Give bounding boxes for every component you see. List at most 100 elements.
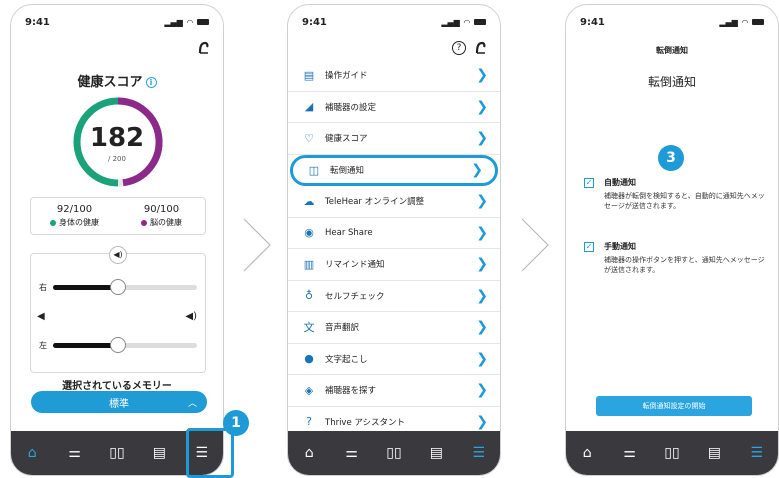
- menu-item[interactable]: ♁ セルフチェック ❯: [288, 281, 500, 312]
- auto-notify-checkbox[interactable]: ✓: [584, 178, 594, 188]
- menu-item[interactable]: ☁ TeleHear オンライン調整 ❯: [288, 186, 500, 218]
- chevron-right-icon: ❯: [476, 413, 488, 430]
- volume-link-icon[interactable]: ◀): [109, 246, 127, 264]
- chevron-right-icon: ❯: [471, 162, 483, 179]
- signal-icon: ▂▄▆: [164, 17, 183, 27]
- chevron-right-icon: ❯: [476, 130, 488, 147]
- bars-icon: ▯▯: [386, 445, 402, 461]
- right-knob[interactable]: [109, 278, 126, 295]
- start-setup-button[interactable]: 転倒通知設定の開始: [596, 396, 752, 416]
- memory-value: 標準: [109, 398, 129, 410]
- auto-notify-title: 自動通知: [604, 178, 636, 187]
- bars-icon: ▯▯: [664, 445, 680, 461]
- phone-health-score: 9:41 ▂▄▆ ◠ 健康スコア i 182 / 200 92/100 身体の健康 …: [10, 4, 224, 476]
- tab-activity[interactable]: ▯▯: [103, 439, 131, 467]
- tab-menu[interactable]: ☰: [465, 439, 493, 467]
- brain-dot-icon: [141, 219, 147, 226]
- wifi-icon: ◠: [186, 17, 193, 27]
- manual-notify-desc: 補聴器の操作ボタンを押すと、通知先へメッセージが送信されます。: [604, 256, 765, 274]
- menu-item-label: Hear Share: [325, 227, 373, 238]
- chevron-right-icon: ❯: [476, 256, 488, 273]
- left-knob[interactable]: [109, 336, 126, 353]
- auto-notify-desc: 補聴器が転倒を検知すると、自動的に通知先へメッセージが送信されます。: [604, 192, 765, 210]
- question-icon: ?: [306, 415, 312, 429]
- signal-icon: ▂▄▆: [719, 17, 738, 27]
- home-icon: ⌂: [304, 445, 314, 461]
- tab-home[interactable]: ⌂: [573, 439, 601, 467]
- right-volume-slider[interactable]: 右: [39, 278, 197, 295]
- menu-item-label: 文字起こし: [325, 354, 368, 365]
- body-dot-icon: [50, 219, 56, 226]
- signal-icon: ▂▄▆: [441, 17, 460, 27]
- status-time: 9:41: [580, 16, 605, 28]
- tab-activity[interactable]: ▯▯: [380, 439, 408, 467]
- manual-notify-option[interactable]: ✓ 手動通知 補聴器の操作ボタンを押すと、通知先へメッセージが送信されます。: [584, 241, 768, 275]
- device-icon: ▤: [152, 445, 166, 461]
- tab-adjust[interactable]: ⚌: [338, 439, 366, 467]
- menu-item-label: リマインド通知: [325, 260, 385, 271]
- status-icons: ▂▄▆ ◠: [719, 18, 764, 27]
- cloud-icon: ☁: [303, 194, 315, 208]
- tab-home[interactable]: ⌂: [18, 439, 46, 467]
- help-icon[interactable]: ?: [452, 41, 466, 55]
- brain-score: 90/100 脳の健康: [118, 198, 205, 234]
- left-volume-slider[interactable]: 左: [39, 336, 197, 353]
- hearing-aid-icon[interactable]: [474, 41, 486, 55]
- menu-item[interactable]: ◉ Hear Share ❯: [288, 218, 500, 249]
- book-icon: ▤: [303, 68, 315, 82]
- score-value: 182: [89, 123, 145, 153]
- menu-item[interactable]: ♡ 健康スコア ❯: [288, 123, 500, 155]
- memory-select[interactable]: 標準 ︿: [31, 391, 207, 413]
- menu-icon: ☰: [750, 445, 764, 461]
- menu-item[interactable]: ◈ 補聴器を探す ❯: [288, 375, 500, 407]
- title-text: 健康スコア: [77, 75, 143, 90]
- tab-device[interactable]: ▤: [422, 439, 450, 467]
- battery-icon: [197, 19, 209, 25]
- status-bar: 9:41 ▂▄▆ ◠: [25, 15, 209, 29]
- chevron-right-icon: [243, 218, 271, 272]
- right-label: 右: [39, 282, 47, 292]
- battery-icon: [752, 19, 764, 25]
- status-time: 9:41: [302, 16, 327, 28]
- home-icon: ⌂: [582, 445, 592, 461]
- menu-item[interactable]: ● 文字起こし ❯: [288, 344, 500, 375]
- share-person-icon: ◉: [304, 226, 314, 240]
- device-icon: ▤: [429, 445, 443, 461]
- chevron-right-icon: ❯: [476, 287, 488, 304]
- page-title: 転倒通知: [647, 75, 696, 89]
- bars-icon: ▯▯: [109, 445, 125, 461]
- manual-notify-checkbox[interactable]: ✓: [584, 242, 594, 252]
- body-score: 92/100 身体の健康: [31, 198, 118, 234]
- phone-menu: 9:41 ▂▄▆ ◠ ? ▤ 操作ガイド ❯ ◢ 補聴器の設定 ❯ ♡ 健康スコア ❯ ◫ 転倒通知 ❯…: [287, 4, 501, 476]
- hearing-aid-icon[interactable]: [197, 41, 209, 55]
- info-icon[interactable]: i: [145, 77, 157, 88]
- left-track[interactable]: [53, 336, 197, 353]
- tab-adjust[interactable]: ⚌: [61, 439, 89, 467]
- hearing-aid-icon: ◢: [304, 100, 314, 114]
- volume-up-icon[interactable]: ◀): [185, 311, 197, 322]
- nav-header: 転倒通知: [656, 46, 688, 55]
- brain-score-value: 90/100: [143, 204, 180, 215]
- chevron-right-icon: ❯: [476, 67, 488, 84]
- tab-adjust[interactable]: ⚌: [616, 439, 644, 467]
- menu-item[interactable]: ◢ 補聴器の設定 ❯: [288, 92, 500, 123]
- menu-item[interactable]: ▥ リマインド通知 ❯: [288, 249, 500, 281]
- tab-activity[interactable]: ▯▯: [658, 439, 686, 467]
- menu-item[interactable]: ▤ 操作ガイド ❯: [288, 60, 500, 92]
- chevron-right-icon: ❯: [476, 193, 488, 210]
- menu-item-label: セルフチェック: [325, 291, 385, 302]
- right-track[interactable]: [53, 278, 197, 295]
- menu-item[interactable]: 文音声翻訳 ❯: [288, 312, 500, 344]
- tab-menu[interactable]: ☰: [743, 439, 771, 467]
- body-score-value: 92/100: [56, 204, 93, 215]
- speaker-person-icon: ●: [304, 352, 314, 366]
- menu-item[interactable]: ◫ 転倒通知 ❯: [290, 154, 498, 186]
- status-bar: 9:41 ▂▄▆ ◠: [580, 15, 764, 29]
- tab-device[interactable]: ▤: [700, 439, 728, 467]
- tab-device[interactable]: ▤: [145, 439, 173, 467]
- tab-home[interactable]: ⌂: [295, 439, 323, 467]
- sliders-icon: ⚌: [345, 445, 358, 461]
- auto-notify-option[interactable]: ✓ 自動通知 補聴器が転倒を検知すると、自動的に通知先へメッセージが送信されます…: [584, 177, 768, 211]
- volume-down-icon[interactable]: ◀: [37, 311, 45, 322]
- status-icons: ▂▄▆ ◠: [164, 18, 209, 27]
